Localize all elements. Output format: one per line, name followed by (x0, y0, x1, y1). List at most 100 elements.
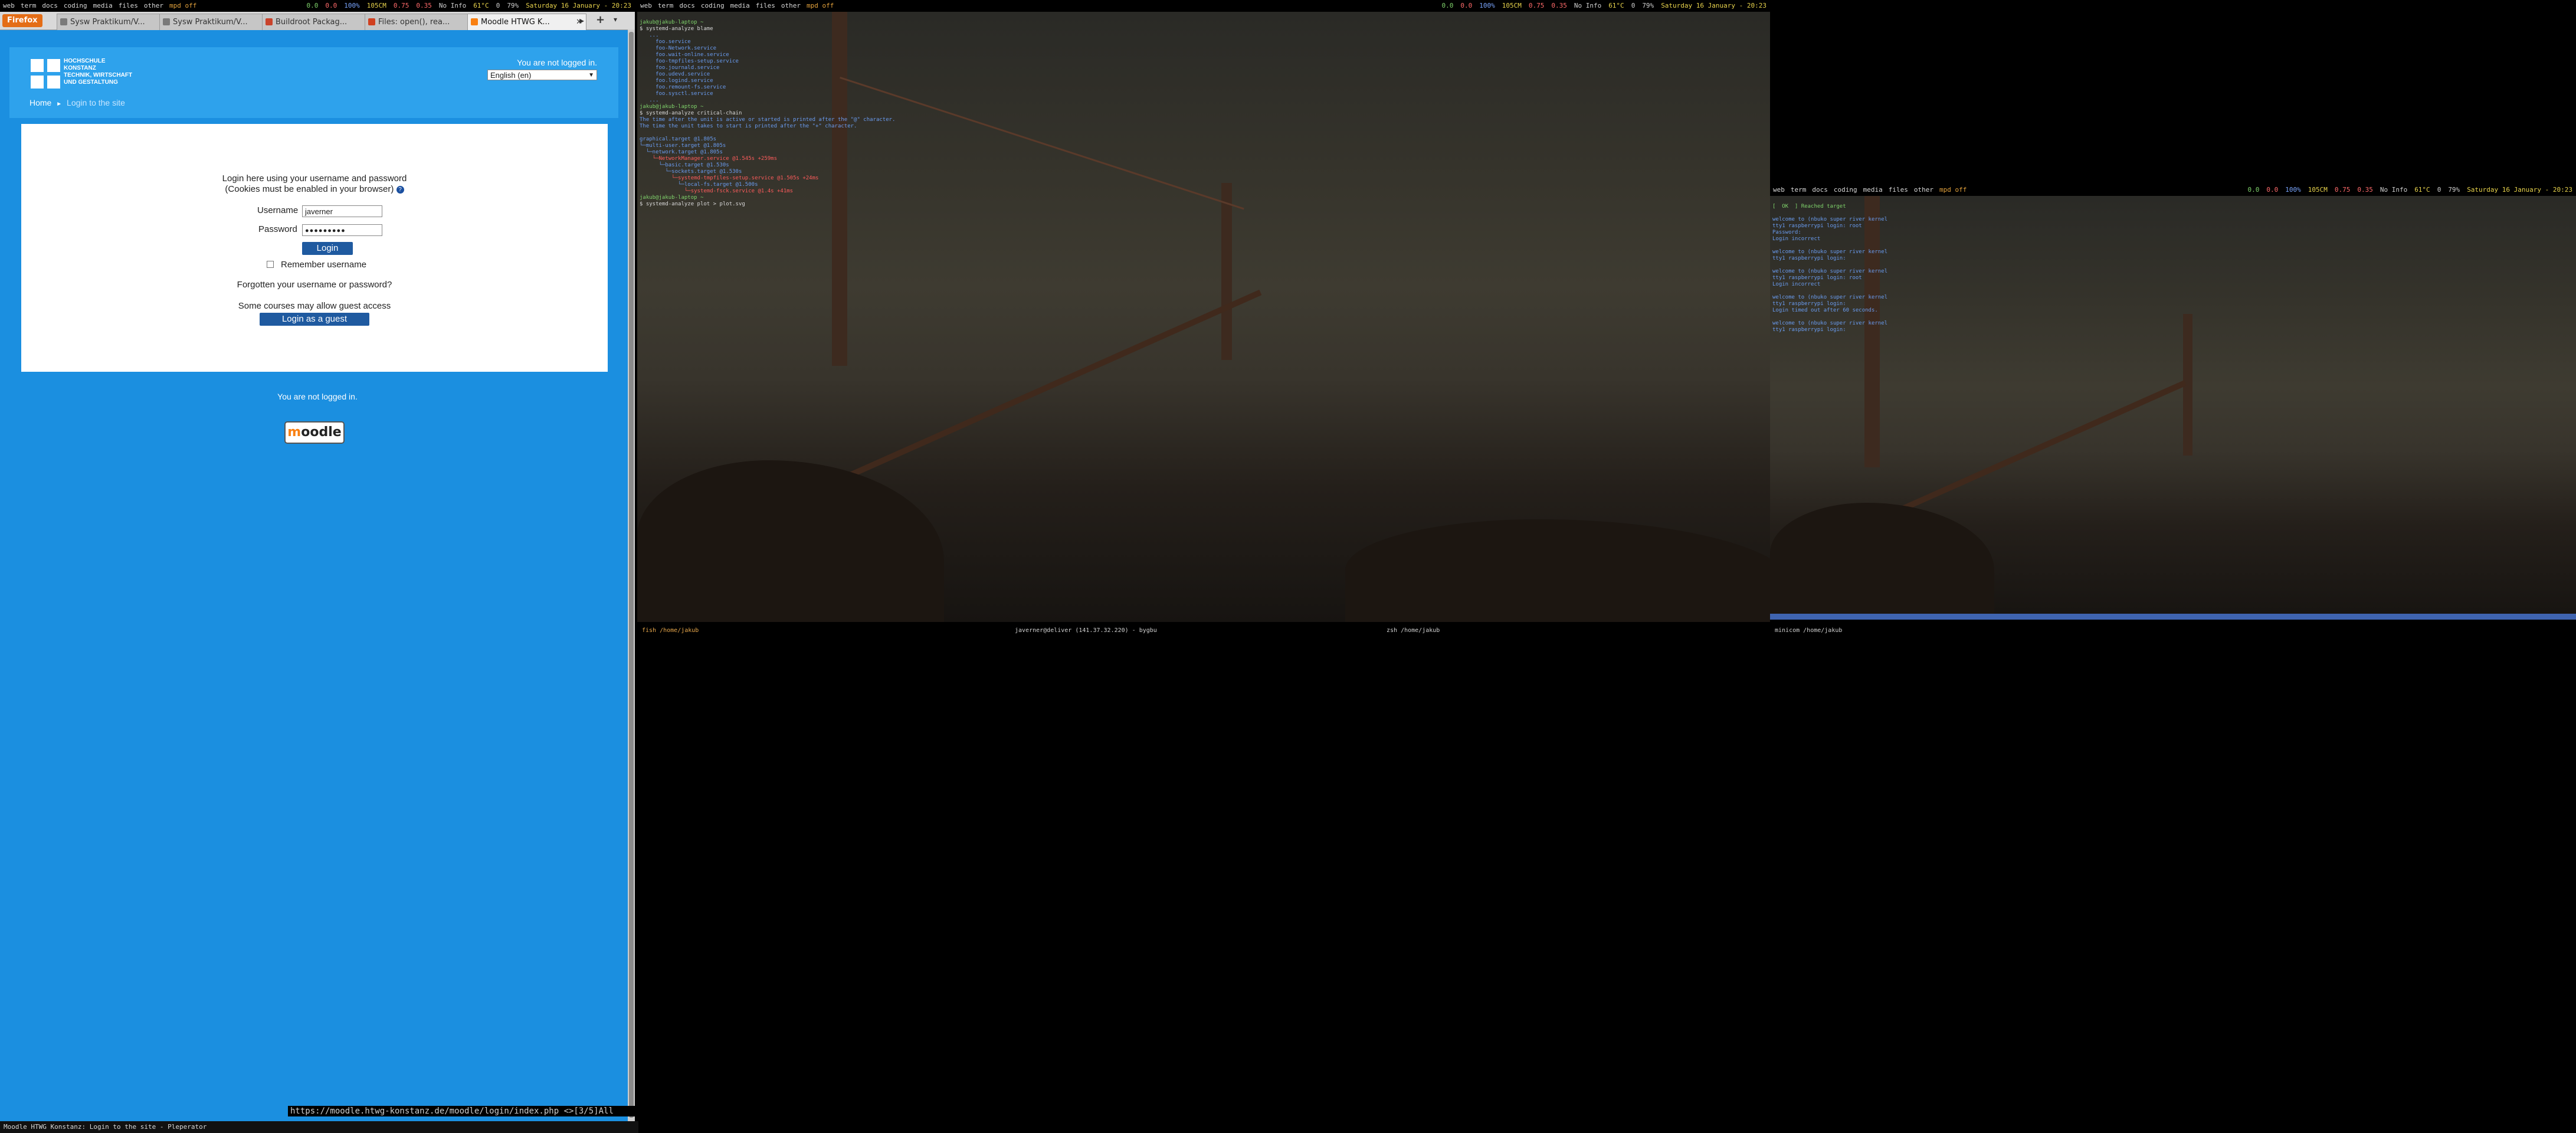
vertical-scrollbar[interactable] (628, 30, 635, 1121)
workspace-other[interactable]: other (141, 0, 166, 12)
command: $ systemd-analyze blame (640, 26, 713, 32)
stat-volume: 100% (1479, 2, 1495, 9)
workspace-files[interactable]: files (753, 0, 778, 12)
breadcrumb-current[interactable]: Login to the site (67, 98, 125, 107)
workspace-docs[interactable]: docs (676, 0, 698, 12)
breadcrumb-separator-icon: ► (56, 101, 63, 107)
output-line: Login incorrect (1772, 236, 1821, 242)
bridge-cable (840, 77, 1244, 210)
tab-list-icon[interactable]: ▾ (614, 15, 617, 24)
status-bar-right: web term docs coding media files other mpd off … (1770, 184, 2576, 196)
stat-clock: Saturday 16 January - 20:23 (1661, 2, 1767, 9)
breadcrumb: Home ► Login to the site (30, 98, 125, 107)
workspace-other[interactable]: other (778, 0, 804, 12)
workspace-web[interactable]: web (637, 0, 655, 12)
output-line: welcome to (nbuko super river kernel (1772, 320, 1888, 326)
firefox-window: Firefox Sysw Praktikum/V... ✕ Sysw Prakt… (0, 12, 635, 1121)
workspace-term[interactable]: term (18, 0, 40, 12)
output-line: [ OK ] Reached target (1772, 204, 1846, 209)
output-line: └─sockets.target @1.530s (640, 169, 742, 175)
output-line: The time the unit takes to start is prin… (640, 123, 857, 129)
stat-mem: 105CM (1502, 2, 1522, 9)
rock (1770, 503, 1994, 620)
tab-sysw-2[interactable]: Sysw Praktikum/V... ✕ (159, 14, 274, 30)
workspace-coding[interactable]: coding (61, 0, 90, 12)
tab-moodle[interactable]: Moodle HTWG K... ✕ (467, 14, 586, 30)
stat-cpu: 0.0 (2247, 186, 2260, 194)
login-button[interactable]: Login (302, 242, 353, 255)
url-status: https://moodle.htwg-konstanz.de/moodle/l… (288, 1106, 637, 1116)
login-intro-cookies: (Cookies must be enabled in your browser… (21, 184, 608, 194)
stat-load: 0.0 (325, 2, 337, 9)
stat-mem: 105CM (2308, 186, 2328, 194)
output-line: foo.logind.service (640, 78, 713, 84)
scroll-tabs-right-icon[interactable]: ▸ (579, 15, 584, 26)
stat-battery: 79% (1642, 2, 1654, 9)
term-bar-middle: javerner@deliver (141.37.32.220) - bygbu (1015, 627, 1157, 634)
workspace-media[interactable]: media (1860, 184, 1886, 196)
tab-files-open[interactable]: Files: open(), rea... ✕ (365, 14, 479, 30)
bridge-deck (850, 289, 1262, 478)
remember-username-checkbox[interactable] (267, 261, 274, 268)
firefox-menu-button[interactable]: Firefox (2, 14, 42, 27)
bridge-deck (1882, 380, 2187, 520)
login-as-guest-button[interactable]: Login as a guest (260, 313, 369, 326)
output-line: └─NetworkManager.service @1.545s +259ms (640, 156, 777, 162)
output-line: tty1 raspberrypi login: (1772, 256, 1846, 261)
workspace-docs[interactable]: docs (39, 0, 61, 12)
workspace-media[interactable]: media (727, 0, 753, 12)
stat-clock: Saturday 16 January - 20:23 (526, 2, 631, 9)
mpd-status: mpd off (807, 2, 834, 9)
terminal-main[interactable]: jakub@jakub-laptop ~ $ systemd-analyze b… (637, 12, 1770, 622)
output-line: └─basic.target @1.530s (640, 162, 729, 168)
output-line: foo.remount-fs.service (640, 84, 726, 90)
moodle-logo[interactable]: moodle (284, 421, 345, 444)
new-tab-button[interactable]: + (596, 14, 605, 26)
output-line: └─network.target @1.805s (640, 149, 723, 155)
window-title-bar: Moodle HTWG Konstanz: Login to the site … (0, 1121, 638, 1133)
workspace-web[interactable]: web (0, 0, 18, 12)
stat-load: 0.0 (1460, 2, 1473, 9)
workspace-files[interactable]: files (116, 0, 141, 12)
page-icon (266, 18, 273, 25)
workspace-web[interactable]: web (1770, 184, 1788, 196)
password-input[interactable]: ●●●●●●●●● (302, 224, 382, 236)
workspace-term[interactable]: term (655, 0, 677, 12)
scrollbar-thumb[interactable] (629, 32, 634, 1118)
stat-updates: 0 (2437, 186, 2441, 194)
term-bar-left: fish /home/jakub (642, 627, 699, 634)
htwg-logo-icon[interactable] (31, 59, 60, 89)
output-line: Login incorrect (1772, 281, 1821, 287)
tab-buildroot[interactable]: Buildroot Packag... ✕ (262, 14, 376, 30)
moodle-page: HOCHSCHULE KONSTANZ TECHNIK, WIRTSCHAFT … (9, 47, 618, 378)
workspace-coding[interactable]: coding (1831, 184, 1860, 196)
output-line: ... (640, 32, 659, 38)
term-bar-left: minicom /home/jakub (1775, 627, 1843, 634)
stat-load: 0.0 (2266, 186, 2279, 194)
command: $ systemd-analyze plot > plot.svg (640, 201, 745, 207)
help-icon[interactable]: ? (396, 185, 404, 194)
terminal-right[interactable]: [ OK ] Reached target welcome to (nbuko … (1770, 196, 2576, 620)
workspace-coding[interactable]: coding (698, 0, 727, 12)
rock (637, 460, 944, 622)
username-label: Username (257, 205, 299, 215)
workspace-files[interactable]: files (1886, 184, 1911, 196)
output-line: └─local-fs.target @1.500s (640, 182, 758, 188)
prompt: jakub@jakub-laptop ~ (640, 195, 704, 201)
output-line: welcome to (nbuko super river kernel (1772, 217, 1888, 222)
logo-line: UND GESTALTUNG (64, 79, 118, 86)
htwg-logo-text: HOCHSCHULE KONSTANZ TECHNIK, WIRTSCHAFT … (64, 58, 132, 86)
rock (1345, 519, 1770, 622)
forgot-password-link[interactable]: Forgotten your username or password? (21, 280, 608, 290)
workspace-term[interactable]: term (1788, 184, 1810, 196)
breadcrumb-home[interactable]: Home (30, 98, 51, 107)
tab-sysw-1[interactable]: Sysw Praktikum/V... ✕ (57, 14, 171, 30)
language-select[interactable]: English (en) ▼ (487, 70, 597, 80)
username-input[interactable]: javerner (302, 205, 382, 217)
workspace-docs[interactable]: docs (1809, 184, 1831, 196)
workspace-media[interactable]: media (90, 0, 116, 12)
tab-label: Sysw Praktikum/V... (173, 18, 248, 27)
output-line: The time after the unit is active or sta… (640, 117, 896, 123)
workspace-other[interactable]: other (1911, 184, 1936, 196)
output-line: welcome to (nbuko super river kernel (1772, 294, 1888, 300)
